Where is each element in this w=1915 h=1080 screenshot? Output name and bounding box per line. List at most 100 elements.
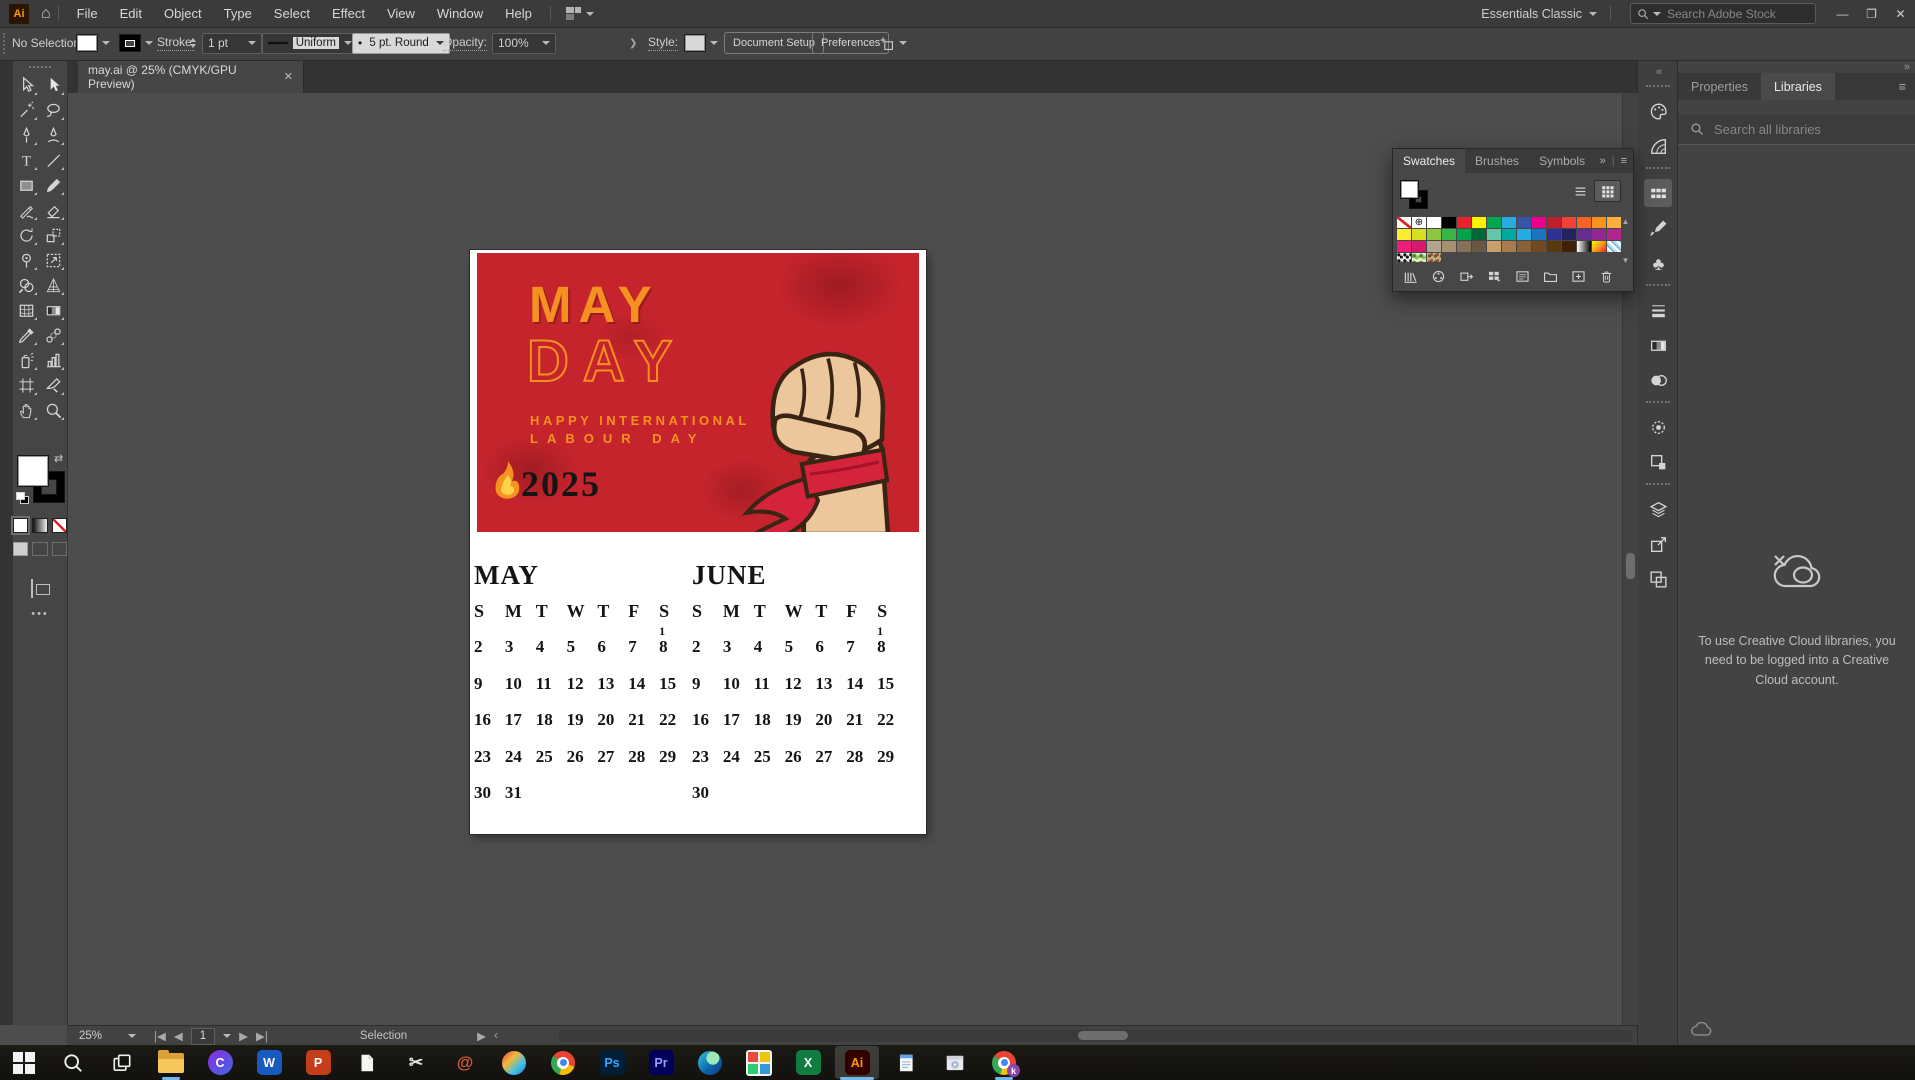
- grid-view-button[interactable]: [1594, 180, 1621, 202]
- panel-menu-icon[interactable]: ≡: [1899, 80, 1906, 94]
- horizontal-scrollbar[interactable]: [558, 1030, 1633, 1042]
- none-button[interactable]: [52, 518, 67, 533]
- color-guide-panel-icon[interactable]: [1644, 132, 1672, 160]
- dock-grip[interactable]: [1646, 85, 1670, 90]
- swatch-006838[interactable]: [1472, 229, 1486, 240]
- swatch-92278f[interactable]: [1592, 229, 1606, 240]
- swatch-reg[interactable]: [1412, 217, 1426, 228]
- swatch-b3a48e[interactable]: [1427, 241, 1441, 252]
- zoom-level-combo[interactable]: 25%: [79, 1030, 136, 1042]
- stroke-weight-stepper[interactable]: [190, 27, 196, 59]
- menu-object[interactable]: Object: [153, 0, 213, 27]
- dock-grip[interactable]: [1646, 284, 1670, 289]
- workspace-switcher[interactable]: Essentials Classic: [1475, 7, 1603, 21]
- swatch-options-button[interactable]: [1514, 268, 1531, 285]
- taskbar-word[interactable]: W: [247, 1046, 291, 1079]
- panel-grip[interactable]: [29, 66, 51, 71]
- panel-menu-icon[interactable]: ≡: [1621, 155, 1627, 167]
- swatch-00a99d[interactable]: [1502, 229, 1516, 240]
- puppet-warp-tool[interactable]: [13, 248, 40, 273]
- swatch-grad-gold[interactable]: [1592, 241, 1606, 252]
- taskbar-edge[interactable]: [688, 1046, 732, 1079]
- artboards-panel-icon[interactable]: [1644, 565, 1672, 593]
- close-button[interactable]: ✕: [1886, 1, 1915, 27]
- swatch-714a24[interactable]: [1532, 241, 1546, 252]
- selection-tool[interactable]: [40, 73, 67, 98]
- magic-wand-tool[interactable]: [13, 98, 40, 123]
- swatch-kinds-button[interactable]: [1486, 268, 1503, 285]
- arrange-documents-button[interactable]: [558, 7, 598, 20]
- canvas[interactable]: MAY DAY HAPPY INTERNATIONAL LABOUR DAY 2…: [67, 93, 1622, 1025]
- gradient-tool[interactable]: [40, 298, 67, 323]
- expand-panels-icon[interactable]: «: [1638, 60, 1678, 78]
- brush-combo[interactable]: • 5 pt. Round: [352, 27, 450, 59]
- scale-tool[interactable]: [40, 223, 67, 248]
- swatch-000000[interactable]: [1442, 217, 1456, 228]
- calendar-may[interactable]: MAYSMTWTFS123456789101112131415161718192…: [474, 560, 690, 820]
- swatch-fbb040[interactable]: [1607, 217, 1621, 228]
- taskbar-copilot[interactable]: [492, 1046, 536, 1079]
- gradient-button[interactable]: [32, 518, 47, 533]
- dock-grip[interactable]: [1646, 483, 1670, 488]
- taskbar-photoshop[interactable]: Ps: [590, 1046, 634, 1079]
- stock-search[interactable]: [1630, 3, 1816, 24]
- rotate-tool[interactable]: [13, 223, 40, 248]
- lasso-tool[interactable]: [40, 98, 67, 123]
- fill-indicator[interactable]: [1400, 180, 1419, 199]
- stroke-panel-icon[interactable]: [1644, 296, 1672, 324]
- calendar-june[interactable]: JUNESMTWTFS12345678910111213141516171819…: [692, 560, 908, 820]
- expand-panel-icon[interactable]: »: [1600, 155, 1606, 167]
- shaper-tool[interactable]: [13, 198, 40, 223]
- color-button[interactable]: [13, 518, 28, 533]
- sync-status-icon[interactable]: [1690, 1022, 1712, 1037]
- last-artboard-button[interactable]: ▶|: [256, 1029, 268, 1043]
- taskbar-notepad-doc[interactable]: [345, 1046, 389, 1079]
- taskbar-notepad[interactable]: [884, 1046, 928, 1079]
- swatch-pattern-check[interactable]: [1607, 241, 1621, 252]
- graphic-styles-panel-icon[interactable]: [1644, 448, 1672, 476]
- taskbar-powerpoint[interactable]: P: [296, 1046, 340, 1079]
- new-color-group-button[interactable]: [1542, 268, 1559, 285]
- taskbar-file-explorer[interactable]: [149, 1046, 193, 1079]
- taskbar-chrome-k[interactable]: k: [982, 1046, 1026, 1079]
- asset-export-panel-icon[interactable]: [1644, 530, 1672, 558]
- stock-search-input[interactable]: [1665, 6, 1809, 22]
- swap-fill-stroke-icon[interactable]: ⇄: [54, 452, 63, 465]
- tab-libraries[interactable]: Libraries: [1761, 73, 1835, 100]
- swatch-ec008c[interactable]: [1532, 217, 1546, 228]
- swatch-857259[interactable]: [1457, 241, 1471, 252]
- artboard-tool[interactable]: [13, 373, 40, 398]
- swatch-2e3192[interactable]: [1547, 229, 1561, 240]
- stroke-weight-combo[interactable]: 1 pt: [202, 27, 262, 59]
- menu-effect[interactable]: Effect: [321, 0, 376, 27]
- close-tab-icon[interactable]: ✕: [284, 70, 293, 83]
- swatch-be1e2d[interactable]: [1547, 217, 1561, 228]
- transparency-panel-icon[interactable]: [1644, 366, 1672, 394]
- menu-type[interactable]: Type: [213, 0, 263, 27]
- tab-symbols[interactable]: Symbols: [1529, 149, 1595, 173]
- collapse-panel-icon[interactable]: »: [1904, 61, 1908, 73]
- swatch-00a651[interactable]: [1487, 217, 1501, 228]
- scroll-right-arrow[interactable]: ‹: [494, 1030, 498, 1042]
- swatch-fff200[interactable]: [1472, 217, 1486, 228]
- taskbar-photos[interactable]: [737, 1046, 781, 1079]
- taskbar-task-view[interactable]: [100, 1046, 144, 1079]
- paintbrush-tool[interactable]: [40, 173, 67, 198]
- taskbar-excel[interactable]: X: [786, 1046, 830, 1079]
- opacity-combo[interactable]: 100%: [492, 27, 556, 59]
- poster-artwork[interactable]: MAY DAY HAPPY INTERNATIONAL LABOUR DAY 2…: [477, 253, 919, 532]
- symbols-panel-icon[interactable]: ♣: [1644, 249, 1672, 277]
- swatch-63c6a8[interactable]: [1487, 229, 1501, 240]
- tab-properties[interactable]: Properties: [1678, 73, 1761, 100]
- shape-builder-tool[interactable]: [13, 273, 40, 298]
- default-fill-stroke-icon[interactable]: [16, 492, 30, 504]
- home-icon[interactable]: ⌂: [41, 5, 51, 23]
- rectangle-tool[interactable]: [13, 173, 40, 198]
- eraser-tool[interactable]: [40, 198, 67, 223]
- swatch-pat-dots[interactable]: [1397, 253, 1411, 262]
- scroll-down-icon[interactable]: ▼: [1622, 256, 1630, 265]
- pen-tool[interactable]: [13, 123, 40, 148]
- opacity-link[interactable]: Opacity:: [443, 27, 487, 59]
- swatch-662d91[interactable]: [1577, 229, 1591, 240]
- swatch-a87b4f[interactable]: [1502, 241, 1516, 252]
